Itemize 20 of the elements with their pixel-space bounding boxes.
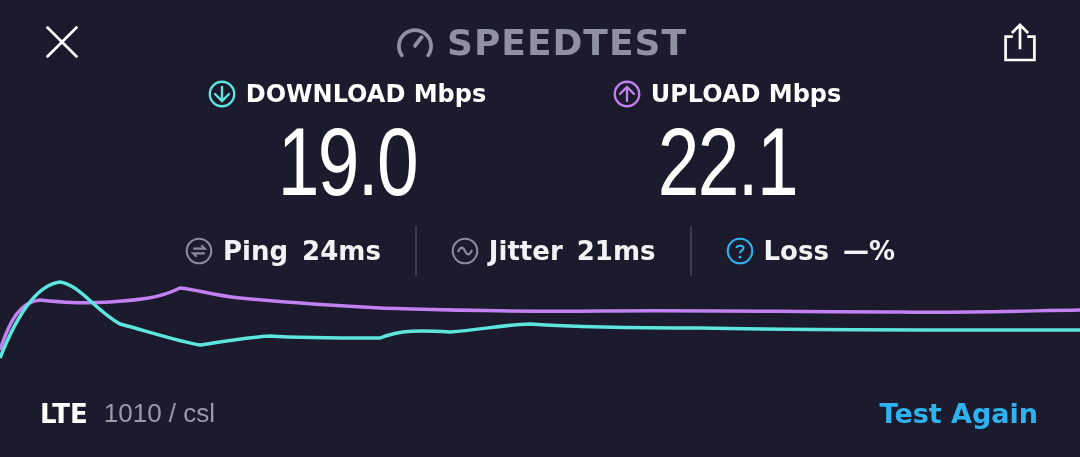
- test-again-button[interactable]: Test Again: [879, 398, 1038, 429]
- stat-label: Loss: [763, 236, 829, 266]
- stat-label: Ping: [223, 236, 289, 266]
- help-icon[interactable]: [725, 237, 754, 265]
- ping-icon: [185, 237, 213, 265]
- carrier-name: 1010 / csl: [103, 398, 216, 429]
- stat-label: Jitter: [488, 236, 563, 266]
- app-title: SPEEDTEST: [447, 21, 687, 63]
- stat-value: 21ms: [576, 236, 656, 266]
- jitter-icon: [450, 237, 479, 265]
- stat-value: 24ms: [302, 236, 381, 266]
- upload-label: UPLOAD Mbps: [650, 80, 842, 108]
- network-type: LTE: [40, 398, 88, 429]
- gauge-icon: [395, 25, 435, 59]
- close-icon[interactable]: [44, 24, 80, 60]
- share-icon[interactable]: [1002, 21, 1038, 63]
- stat-value: —%: [842, 236, 895, 266]
- download-speed-value: 19.0: [277, 108, 417, 216]
- download-label: DOWNLOAD Mbps: [245, 80, 487, 108]
- upload-speed-value: 22.1: [657, 108, 797, 216]
